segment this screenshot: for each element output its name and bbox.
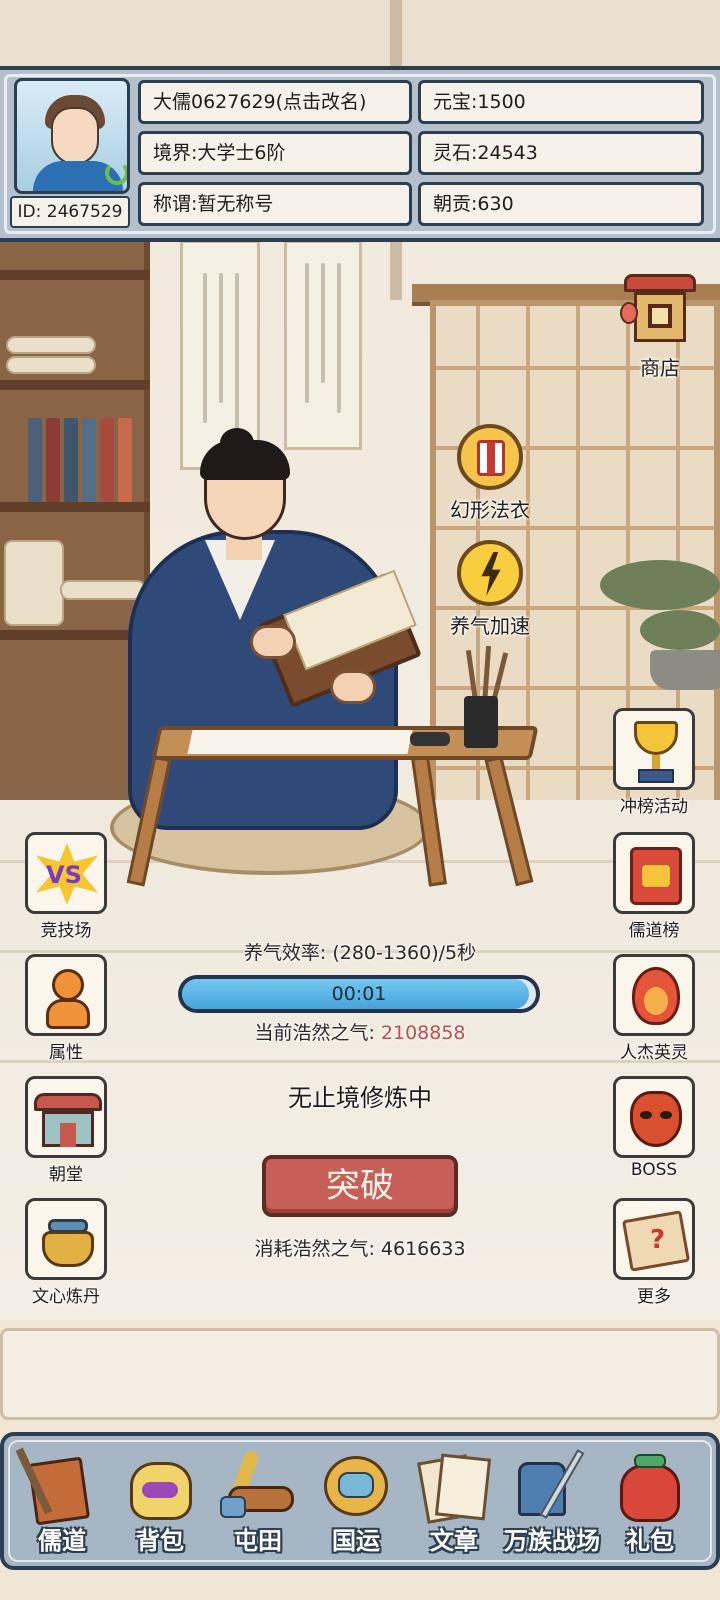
more-label: 更多 <box>637 1287 671 1307</box>
bonsai-pot <box>650 650 720 690</box>
shop-label: 商店 <box>640 356 680 380</box>
nav-libao-label: 礼包 <box>626 1527 674 1555</box>
lightning-icon <box>457 540 523 606</box>
gift-bag-icon <box>610 1446 690 1526</box>
shop-button[interactable]: 商店 <box>610 268 710 381</box>
nav-libao[interactable]: 礼包 <box>600 1440 700 1560</box>
nav-rudao[interactable]: 儒道 <box>12 1440 112 1560</box>
sword-armor-icon <box>512 1446 592 1526</box>
hero-spirit-button[interactable]: 人杰英灵 <box>608 954 700 1063</box>
bag-icon <box>120 1446 200 1526</box>
costume-button[interactable]: 幻形法衣 <box>430 424 550 523</box>
ceiling <box>0 0 720 70</box>
shop-icon <box>620 268 700 348</box>
lingshi-field: 灵石:24543 <box>418 131 704 175</box>
current-qi-label: 当前浩然之气: <box>254 1022 381 1044</box>
scholar-hand-right <box>330 670 376 704</box>
yuanbao-field: 元宝:1500 <box>418 80 704 124</box>
player-id: ID: 2467529 <box>10 196 130 228</box>
bonsai-foliage <box>600 560 720 610</box>
robe-costume-icon <box>457 424 523 490</box>
avatar-face <box>51 107 99 165</box>
costume-label: 幻形法衣 <box>450 498 530 522</box>
nav-bag-label: 背包 <box>136 1527 184 1555</box>
rank-event-label: 冲榜活动 <box>620 797 688 817</box>
rank-event-button[interactable]: 冲榜活动 <box>608 708 700 817</box>
nav-rudao-label: 儒道 <box>38 1527 86 1555</box>
brush-cup <box>464 696 498 748</box>
boss-label: BOSS <box>630 1160 678 1180</box>
nav-wanzu[interactable]: 万族战场 <box>502 1440 602 1560</box>
alchemy-label: 文心炼丹 <box>32 1287 100 1307</box>
current-qi-value: 2108858 <box>380 1022 466 1044</box>
progress-track: 00:01 <box>182 979 536 1009</box>
arena-button[interactable]: VS 竞技场 <box>20 832 112 941</box>
dragon-icon <box>316 1446 396 1526</box>
player-avatar[interactable] <box>14 78 130 194</box>
brush-book-icon <box>15 1446 102 1526</box>
cultivation-status: 无止境修炼中 <box>288 1084 432 1112</box>
wheat-log-icon <box>218 1446 298 1526</box>
breakthrough-cost: 消耗浩然之气: 4616633 <box>254 1238 466 1260</box>
refresh-icon <box>105 161 127 185</box>
player-title-field: 称谓:暂无称号 <box>138 182 412 226</box>
nav-guoyun[interactable]: 国运 <box>306 1440 406 1560</box>
current-qi-row: 当前浩然之气: 2108858 <box>0 1018 720 1045</box>
scholar-hand-left <box>250 625 296 659</box>
breakthrough-button[interactable]: 突破 <box>262 1155 458 1217</box>
nav-bag[interactable]: 背包 <box>110 1440 210 1560</box>
nav-tuntian-label: 屯田 <box>234 1527 282 1555</box>
player-name-field[interactable]: 大儒0627629(点击改名) <box>138 80 412 124</box>
cultivation-efficiency: 养气效率: (280-1360)/5秒 <box>243 942 477 964</box>
progress-timer: 00:01 <box>331 983 387 1005</box>
trophy-icon <box>613 708 695 790</box>
accelerate-label: 养气加速 <box>450 614 530 638</box>
nav-tuntian[interactable]: 屯田 <box>208 1440 308 1560</box>
nav-guoyun-label: 国运 <box>332 1527 380 1555</box>
cultivation-progress-bar: 00:01 <box>178 975 540 1013</box>
court-label: 朝堂 <box>49 1165 83 1185</box>
chaogong-field: 朝贡:630 <box>418 182 704 226</box>
nav-wenzhang-label: 文章 <box>430 1527 478 1555</box>
hanging-scroll-right <box>284 240 362 450</box>
nav-wanzu-label: 万族战场 <box>504 1527 600 1555</box>
ranking-scroll-icon <box>613 832 695 914</box>
vs-icon: VS <box>25 832 107 914</box>
ranking-button[interactable]: 儒道榜 <box>608 832 700 941</box>
player-realm-field: 境界:大学士6阶 <box>138 131 412 175</box>
attribute-button[interactable]: 属性 <box>20 954 112 1063</box>
table-paper <box>187 730 413 754</box>
message-box <box>0 1328 720 1420</box>
nav-wenzhang[interactable]: 文章 <box>404 1440 504 1560</box>
scholar-topknot <box>220 428 254 458</box>
accelerate-button[interactable]: 养气加速 <box>430 540 550 639</box>
papers-icon <box>414 1446 494 1526</box>
inkstone <box>410 732 450 746</box>
